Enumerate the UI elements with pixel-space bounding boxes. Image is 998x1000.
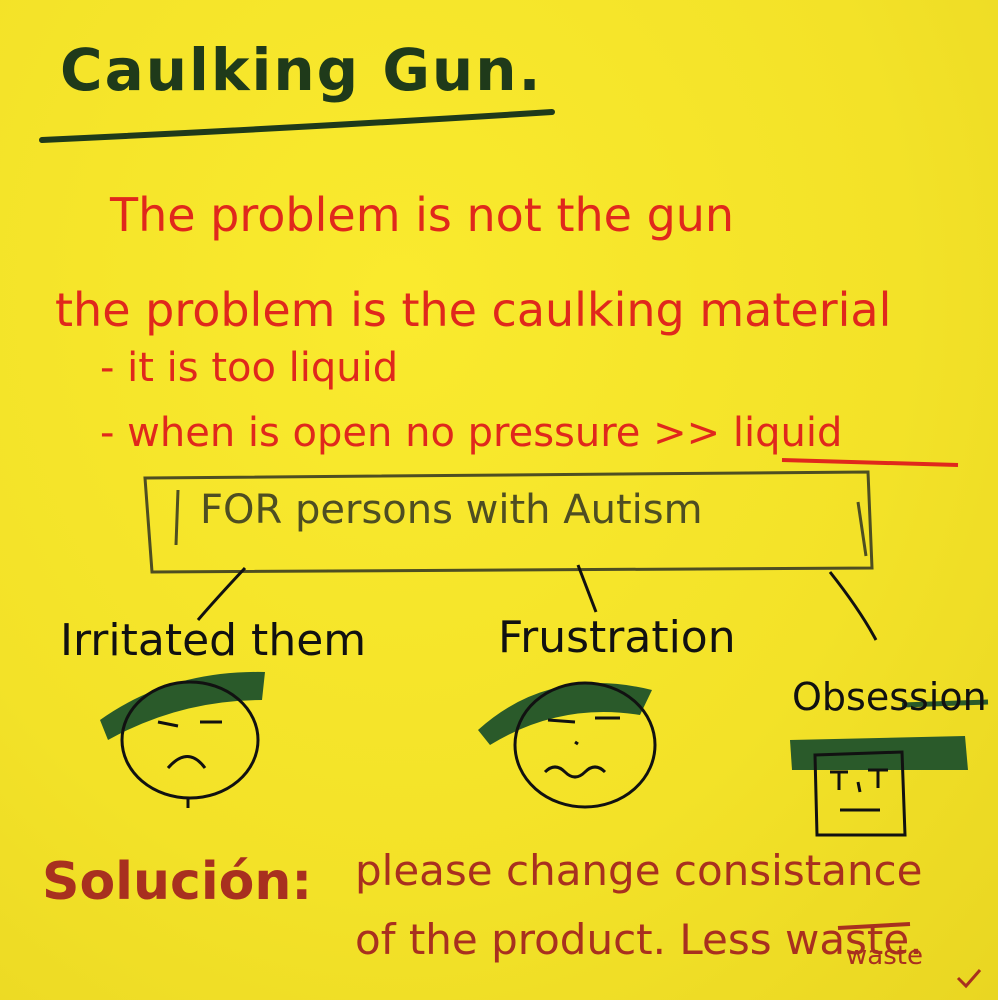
bullet-too-liquid: - it is too liquid: [100, 345, 399, 391]
waste-note: waste: [846, 941, 923, 971]
problem-line-2: the problem is the caulking material: [55, 283, 892, 337]
connector-left: [196, 566, 247, 621]
box-left-bracket: [174, 489, 180, 546]
bullet-no-pressure: - when is open no pressure >> liquid: [100, 410, 843, 456]
connector-middle: [576, 564, 598, 613]
page-title: Caulking Gun.: [60, 36, 543, 104]
emotion-frustration: Frustration: [498, 612, 736, 663]
box-right-bracket: [856, 501, 868, 557]
obsession-face: [790, 699, 989, 837]
autism-box-label: FOR persons with Autism: [200, 487, 703, 533]
problem-line-1: The problem is not the gun: [110, 188, 735, 242]
solution-label: Solución:: [42, 852, 313, 912]
solution-line-2: of the product. Less waste.: [355, 915, 923, 964]
emotion-irritated: Irritated them: [60, 615, 367, 666]
connector-right: [828, 571, 878, 641]
liquid-underline: [781, 458, 959, 467]
emotion-obsession: Obsession: [792, 675, 987, 719]
check-mark: [956, 969, 982, 989]
title-underline: [39, 109, 555, 143]
solution-line-1: please change consistance: [355, 846, 923, 895]
irritated-face: [100, 671, 265, 808]
frustrated-face: [478, 681, 657, 809]
